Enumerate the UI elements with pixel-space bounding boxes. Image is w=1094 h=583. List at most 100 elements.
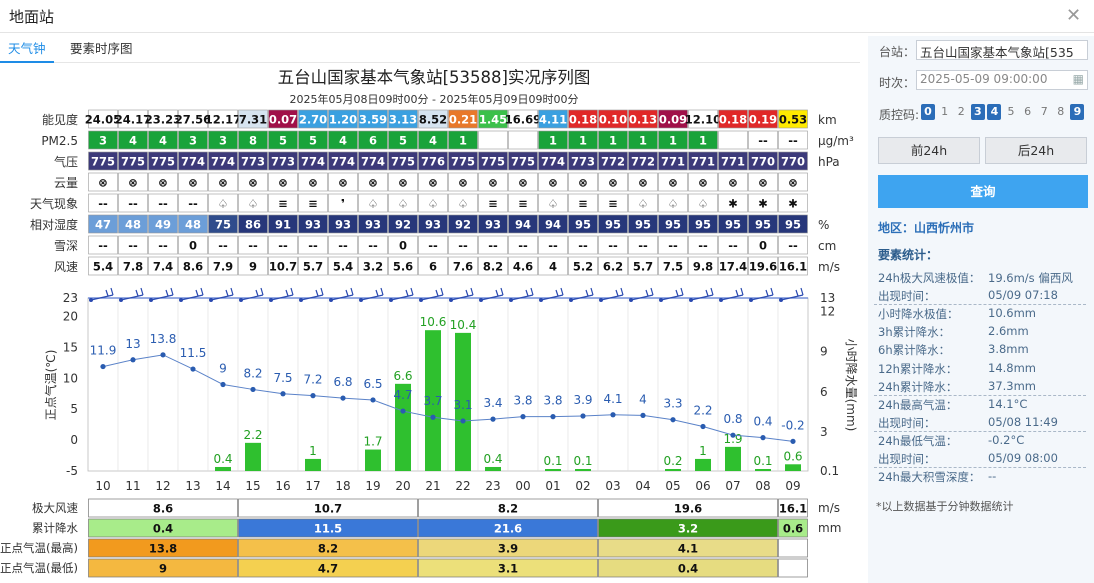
wind-barb-dot: [179, 298, 183, 302]
temp-point: [700, 423, 706, 430]
stat-row: 出现时间： 05/08 11:49: [878, 415, 1058, 431]
row-unit: hPa: [818, 155, 840, 169]
table-cell-value: 3: [99, 134, 107, 148]
sidebar: 台站： 五台山国家基本气象站[535 时次： 2025-05-09 09:00:…: [868, 36, 1094, 583]
precip-bar: [365, 449, 381, 471]
precip-label: 10.4: [450, 318, 477, 332]
wind-barb-dot: [539, 298, 543, 302]
table-cell-value: ♤: [428, 197, 438, 211]
temp-label: 7.5: [273, 371, 292, 385]
table-cell-value: 773: [271, 155, 295, 169]
wind-barb: [179, 287, 204, 302]
table-cell-value: 3: [189, 134, 197, 148]
prev-24h-button[interactable]: 前24h: [878, 137, 980, 164]
temp-label: 11.5: [180, 346, 207, 360]
weather-chart: 能见度 km24.0524.1723.2327.5612.177.31 0.07 2.…: [0, 109, 858, 578]
summary-value: 4.1: [678, 542, 698, 556]
precip-label: 1: [699, 444, 707, 458]
qc-code-2[interactable]: 2: [954, 104, 968, 120]
table-cell-value: 93: [365, 218, 381, 232]
temp-point: [100, 363, 106, 370]
table-cell-value: ✱: [788, 197, 798, 211]
table-cell-value: 7.8: [123, 260, 143, 274]
qc-code-6[interactable]: 6: [1021, 104, 1035, 120]
y-left-tick: 5: [70, 402, 78, 416]
precip-bar: [755, 469, 771, 471]
time-input[interactable]: 2025-05-09 09:00:00 ▦: [916, 70, 1088, 90]
qc-code-5[interactable]: 5: [1004, 104, 1018, 120]
wind-barb: [89, 287, 114, 302]
row-label: PM2.5: [41, 134, 78, 148]
temp-point: [760, 435, 766, 441]
close-icon[interactable]: ✕: [1066, 5, 1081, 26]
wind-barb-dot: [389, 298, 393, 302]
row-label: 气压: [54, 154, 78, 169]
station-input[interactable]: 五台山国家基本气象站[535: [916, 40, 1088, 60]
summary-value: 21.6: [494, 522, 522, 536]
qc-code-8[interactable]: 8: [1054, 104, 1068, 120]
table-cell-value: 16.69: [505, 113, 541, 127]
temp-label: 3.7: [423, 394, 442, 408]
table-cell-value: 5: [399, 134, 407, 148]
y-left-tick: -5: [66, 464, 78, 478]
table-cell-value: ⊗: [158, 176, 168, 190]
row-label: 能见度: [42, 112, 78, 127]
table-cell-value: 12.10: [685, 113, 721, 127]
summary-unit: mm: [818, 521, 841, 535]
qc-code-1[interactable]: 1: [938, 104, 952, 120]
wind-barb-dot: [749, 298, 753, 302]
table-cell-value: ♤: [398, 197, 408, 211]
precip-bar: [245, 442, 261, 471]
stat-value: 05/08 11:49: [988, 414, 1058, 429]
table-cell-value: ⊗: [218, 176, 228, 190]
temp-point: [250, 386, 256, 393]
query-button[interactable]: 查询: [878, 175, 1088, 208]
table-cell-value: --: [158, 239, 168, 253]
y-right-tick: 0.1: [820, 464, 839, 478]
table-cell-value: 9: [249, 260, 257, 274]
row-unit: m/s: [818, 260, 840, 274]
table-cell-value: ⊗: [728, 176, 738, 190]
wind-barb: [269, 287, 294, 302]
table-cell-value: ≡: [578, 197, 588, 211]
table-cell-value: --: [488, 239, 498, 253]
table-cell-value: 774: [181, 155, 205, 169]
table-cell-value: 7.9: [213, 260, 233, 274]
next-24h-button[interactable]: 后24h: [985, 137, 1087, 164]
table-cell-value: 6.2: [603, 260, 623, 274]
precip-label: 0.2: [663, 454, 682, 468]
temp-point: [190, 366, 196, 372]
stat-key: 小时降水极值：: [878, 307, 959, 322]
table-cell-value: ✱: [728, 197, 738, 211]
table-cell-value: 3.2: [363, 260, 383, 274]
table-cell-value: 774: [211, 155, 235, 169]
x-tick: 05: [665, 479, 680, 493]
table-cell-value: 12.17: [205, 113, 241, 127]
qc-code-9[interactable]: 9: [1070, 104, 1085, 120]
table-cell-value: ⊗: [458, 176, 468, 190]
table-cell-value: ⊗: [278, 176, 288, 190]
precip-label: 0.6: [783, 449, 802, 463]
qc-code-0[interactable]: 0: [921, 104, 935, 120]
qc-code-3[interactable]: 3: [970, 104, 985, 120]
table-cell-value: 48: [125, 218, 141, 232]
wind-barb: [239, 287, 264, 302]
table-cell-value: ⊗: [758, 176, 768, 190]
qc-code-7[interactable]: 7: [1037, 104, 1051, 120]
qc-code-4[interactable]: 4: [987, 104, 1002, 120]
summary-label: 正点气温(最高): [0, 541, 78, 555]
wind-barb: [299, 287, 324, 302]
wind-barb: [449, 287, 474, 302]
table-cell-value: 774: [361, 155, 385, 169]
table-cell-value: 93: [425, 218, 441, 232]
table-cell-value: 6: [429, 260, 437, 274]
wind-barb-dot: [149, 298, 153, 302]
table-cell-value: 5.6: [393, 260, 413, 274]
wind-barb-dot: [119, 298, 123, 302]
wind-barb-dot: [479, 298, 483, 302]
x-tick: 18: [335, 479, 350, 493]
calendar-icon[interactable]: ▦: [1073, 72, 1084, 86]
stats-note: *以上数据基于分钟数据统计: [876, 500, 1014, 513]
temp-point: [670, 417, 676, 423]
row-label: 云量: [54, 176, 78, 190]
